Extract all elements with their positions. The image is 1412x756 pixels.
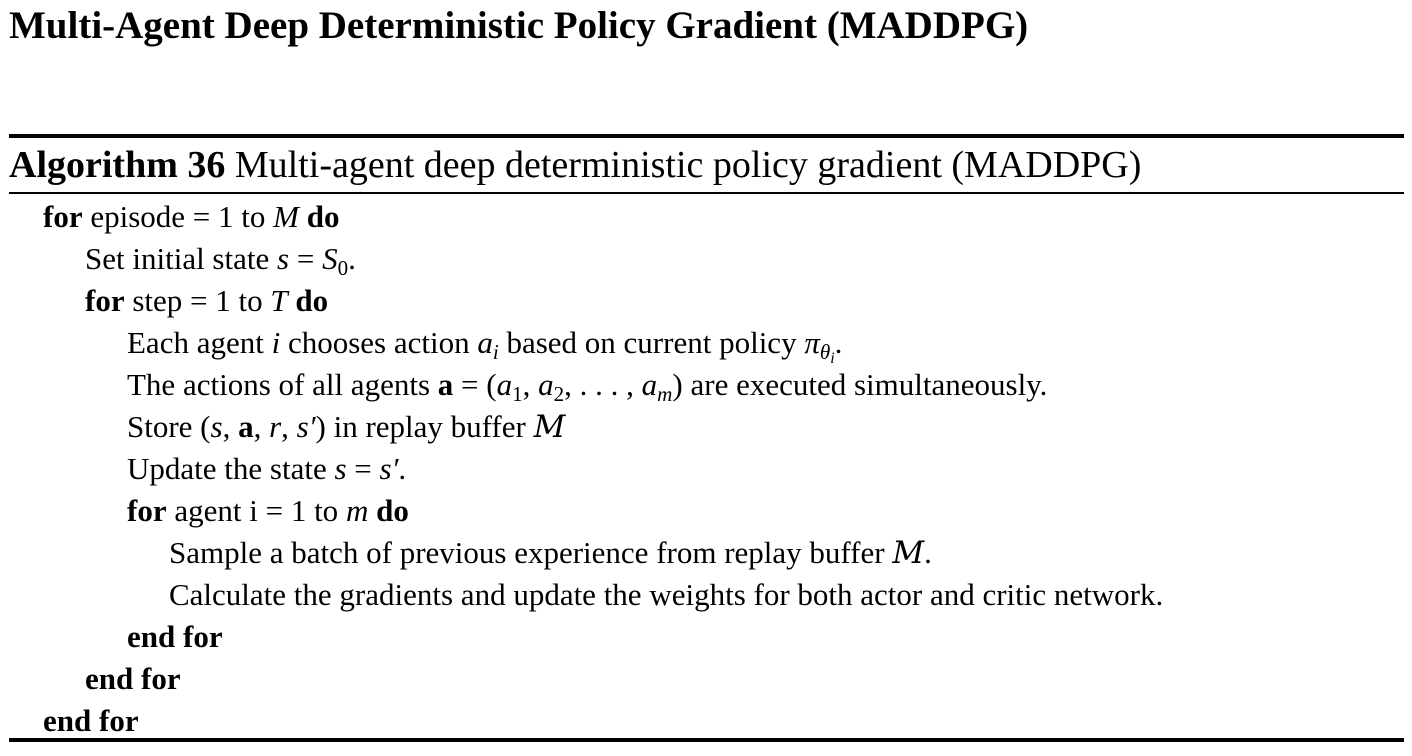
algorithm-title: Multi-agent deep deterministic policy gr… [234,144,1142,186]
math-expr: M. [892,535,932,571]
math-var: m [345,493,369,528]
algorithm-number: Algorithm 36 [9,144,226,186]
math-var: a [641,367,658,402]
algo-line-6: Store (s, a, r, s′) in replay buffer M [127,409,565,445]
keyword-end-for: end for [43,703,139,738]
math-sub: 0 [337,255,349,280]
keyword-do: do [306,199,340,234]
line-text: Each agent [127,325,264,360]
math-var: s [210,409,223,444]
caption-rule [9,192,1404,194]
math-sub: m [657,381,673,406]
punct: ) [672,367,683,402]
math-var: i [271,325,281,360]
math-var: s [334,451,347,486]
top-rule [9,134,1404,138]
ellipsis: , . . . , [564,367,642,402]
math-expr: a = (a1, a2, . . . , am) [437,367,683,404]
math-op: = ( [461,367,497,402]
algorithm-caption: Algorithm 36 Multi-agent deep determinis… [9,142,1141,188]
math-op: = [296,241,315,276]
line-text: are executed simultaneously. [690,367,1048,402]
keyword-end-for: end for [85,661,181,696]
math-var: r [269,409,282,444]
algo-line-3: for step = 1 to T do [85,283,328,319]
punct: , [222,409,239,444]
punct: , [281,409,297,444]
math-sub: 1 [512,381,523,406]
section-heading: Multi-Agent Deep Deterministic Policy Gr… [9,4,1029,47]
line-text: Store ( [127,409,211,444]
line-text: agent i = 1 to [174,493,339,528]
line-text: chooses action [287,325,470,360]
punct: . [924,535,932,570]
punct: . [398,451,407,486]
keyword-for: for [43,199,83,234]
algo-line-12: end for [85,661,181,697]
math-var: a [538,367,554,402]
keyword-do: do [295,283,329,318]
math-expr: πθi. [804,325,843,366]
math-var: a [496,367,513,402]
algo-line-8: for agent i = 1 to m do [127,493,409,529]
bold-vector: a [238,409,254,444]
math-var: s [277,241,290,276]
algo-line-4: Each agent i chooses action ai based on … [127,325,843,366]
line-text: episode = 1 to [90,199,266,234]
math-expr: Store (s, a, r, s′) in replay buffer [127,409,526,444]
keyword-for: for [127,493,167,528]
math-var: S [322,241,338,276]
line-text: step = 1 to [132,283,263,318]
keyword-for: for [85,283,125,318]
replay-buffer-symbol: M [892,535,925,571]
algo-line-2: Set initial state s = S0. [85,241,356,278]
math-expr: S0. [322,241,356,278]
line-text: Calculate the gradients and update the w… [169,577,1164,612]
bold-vector: a [437,367,454,402]
bottom-rule [9,738,1404,742]
math-expr: ai [477,325,498,362]
algo-line-5: The actions of all agents a = (a1, a2, .… [127,367,1048,404]
math-sub: θi [819,339,835,366]
line-text: Sample a batch of previous experience fr… [169,535,885,570]
math-var: s′ [379,451,399,486]
math-sub: i [492,339,499,364]
math-sub: 2 [553,381,565,406]
algo-line-9: Sample a batch of previous experience fr… [169,535,932,571]
math-var: a [477,325,493,360]
line-text: The actions of all agents [127,367,431,402]
replay-buffer-symbol: M [533,409,566,445]
math-var: T [270,283,288,318]
theta-symbol: θ [819,339,831,364]
algo-line-11: end for [127,619,223,655]
punct: . [348,241,356,276]
algo-line-10: Calculate the gradients and update the w… [169,577,1163,613]
algo-line-13: end for [43,703,139,739]
math-var: M [273,199,299,234]
punct: , [253,409,270,444]
math-expr: s′. [380,451,407,486]
keyword-do: do [376,493,409,528]
policy-symbol: π [804,325,820,360]
keyword-end-for: end for [127,619,223,654]
line-text: Update the state [127,451,327,486]
line-text: based on current policy [506,325,797,360]
punct: , [522,367,539,402]
line-text: Set initial state [85,241,270,276]
line-text: ) in replay buffer [315,409,526,444]
math-op: = [354,451,372,486]
math-var: s′ [296,409,316,444]
punct: . [834,325,843,360]
algo-line-1: for episode = 1 to M do [43,199,339,235]
algo-line-7: Update the state s = s′. [127,451,406,487]
